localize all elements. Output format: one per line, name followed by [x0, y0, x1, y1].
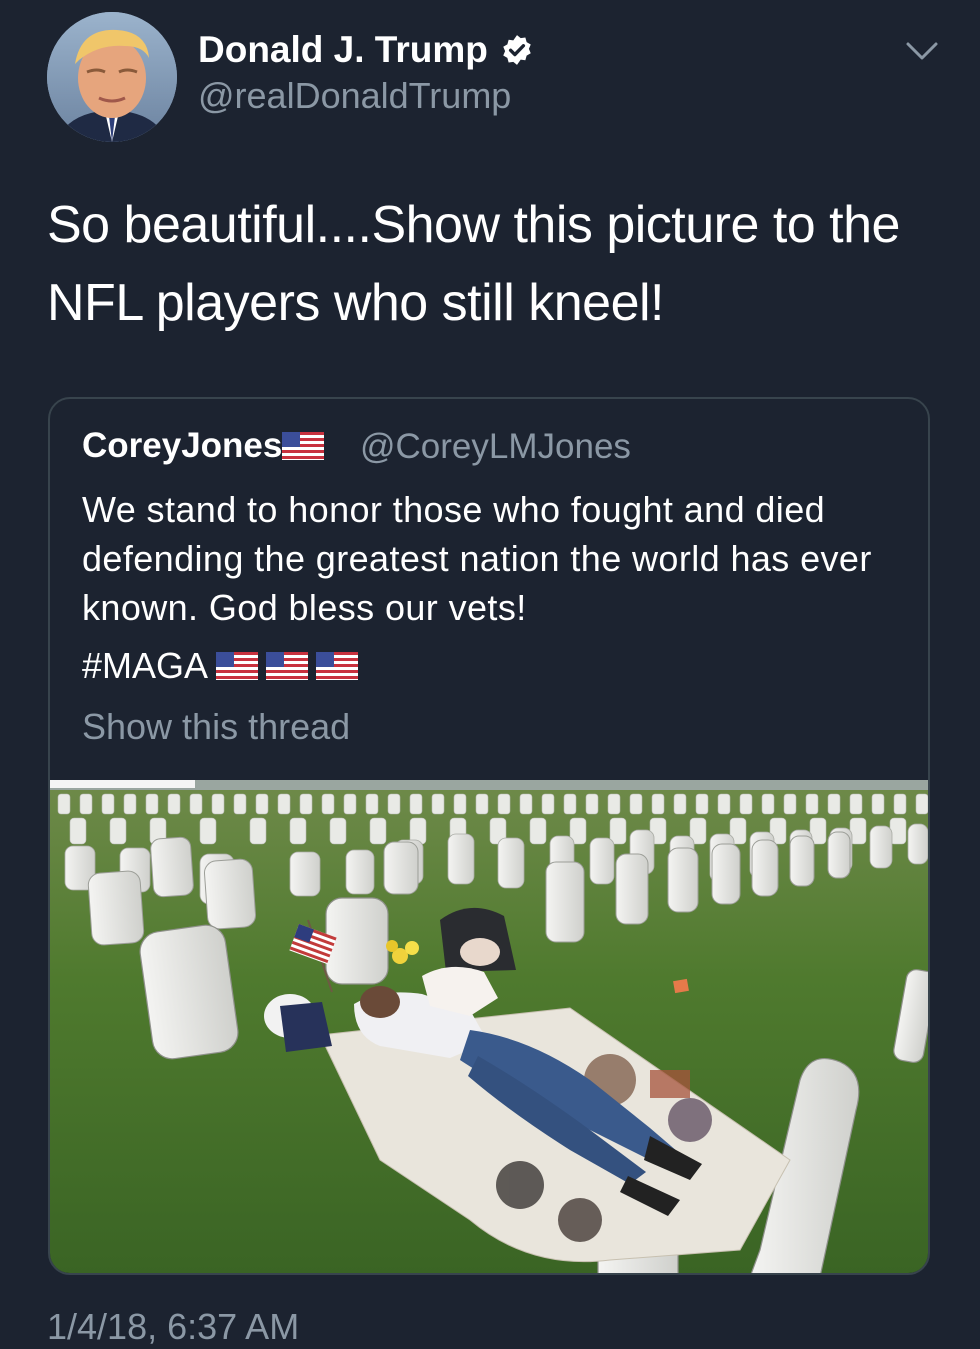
author-name-text: Donald J. Trump	[198, 29, 488, 70]
author-handle[interactable]: @realDonaldTrump	[198, 75, 511, 117]
avatar[interactable]	[47, 12, 177, 142]
avatar-image	[47, 12, 177, 142]
us-flag-icon	[266, 652, 309, 680]
us-flag-icon	[282, 432, 325, 460]
show-thread-link[interactable]: Show this thread	[82, 705, 350, 749]
quoted-author-name-text: CoreyJones	[82, 426, 283, 465]
us-flag-icon	[316, 652, 359, 680]
quoted-hashtag-line: #MAGA	[82, 643, 359, 689]
chevron-down-icon[interactable]	[902, 36, 942, 66]
quoted-author-handle: @CoreyLMJones	[360, 427, 631, 466]
tweet-text: So beautiful....Show this picture to the…	[47, 196, 900, 332]
quoted-tweet-text: We stand to honor those who fought and d…	[82, 489, 872, 628]
quoted-author-name: CoreyJones	[82, 425, 325, 467]
tweet-timestamp[interactable]: 1/4/18, 6:37 AM	[47, 1305, 299, 1349]
quoted-tweet-card[interactable]: CoreyJones @CoreyLMJones We stand to hon…	[48, 397, 930, 1275]
hashtag-link[interactable]: #MAGA	[82, 643, 208, 689]
verified-badge-icon	[503, 35, 531, 65]
us-flag-icon	[216, 652, 259, 680]
cemetery-photo[interactable]	[50, 780, 930, 1275]
author-name[interactable]: Donald J. Trump	[198, 28, 534, 72]
